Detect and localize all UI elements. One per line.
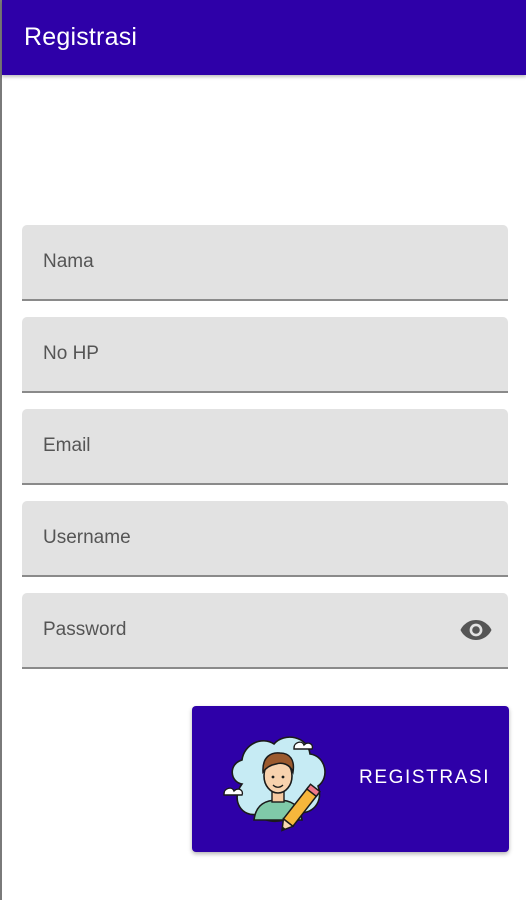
password-input[interactable] <box>22 593 508 667</box>
no-hp-field[interactable] <box>22 317 508 393</box>
registrasi-button[interactable]: REGISTRASI <box>192 706 509 852</box>
username-input[interactable] <box>22 501 508 575</box>
password-field[interactable] <box>22 593 508 669</box>
username-field[interactable] <box>22 501 508 577</box>
eye-icon[interactable] <box>460 619 492 641</box>
no-hp-input[interactable] <box>22 317 508 391</box>
nama-field[interactable] <box>22 225 508 301</box>
email-field[interactable] <box>22 409 508 485</box>
app-bar-title: Registrasi <box>24 23 138 51</box>
user-edit-illustration <box>223 736 326 832</box>
app-bar: Registrasi <box>2 0 526 75</box>
registrasi-button-label: REGISTRASI <box>359 767 491 788</box>
email-input[interactable] <box>22 409 508 483</box>
screen-left-edge <box>0 0 2 900</box>
nama-input[interactable] <box>22 225 508 299</box>
